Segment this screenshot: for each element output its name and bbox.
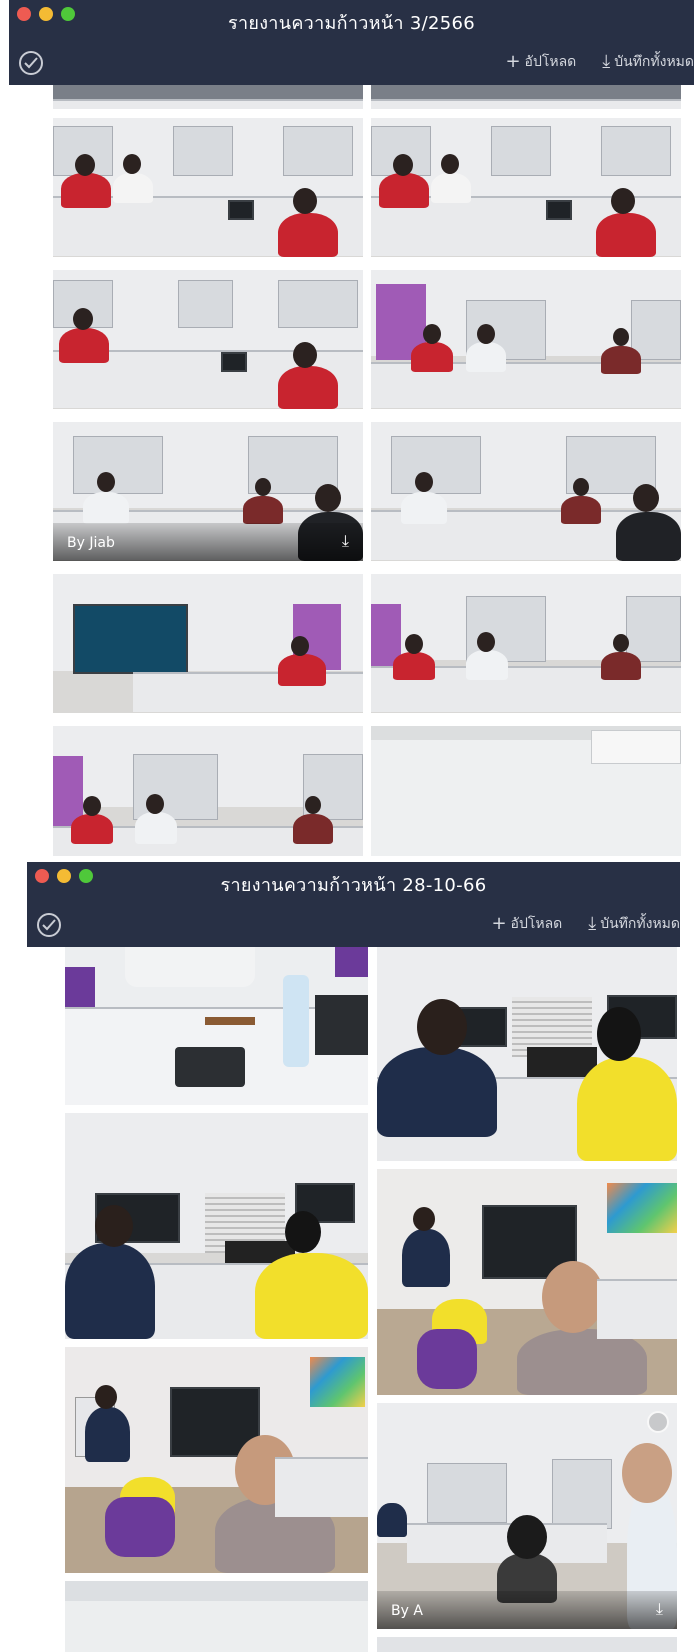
- save-all-button[interactable]: ⤓ บันทึกทั้งหมด: [588, 913, 680, 935]
- photo-author: By Jiab: [67, 535, 115, 551]
- photo-thumbnail[interactable]: [377, 1169, 677, 1395]
- photo-thumbnail[interactable]: By Jiab ⤓: [53, 422, 363, 561]
- photo-thumbnail[interactable]: [53, 85, 363, 109]
- photo-thumbnail[interactable]: [65, 1581, 368, 1652]
- album-titlebar: รายงานความก้าวหน้า 3/2566 + อัปโหลด ⤓ บั…: [9, 0, 694, 85]
- photo-thumbnail[interactable]: By A ⤓: [377, 1403, 677, 1629]
- select-all-check-icon[interactable]: [19, 51, 43, 75]
- photo-thumbnail[interactable]: [53, 574, 363, 713]
- photo-thumbnail[interactable]: [371, 726, 681, 856]
- photo-thumbnail[interactable]: [65, 947, 368, 1105]
- photo-author: By A: [391, 1603, 423, 1619]
- photo-thumbnail[interactable]: [53, 726, 363, 856]
- save-all-button[interactable]: ⤓ บันทึกทั้งหมด: [602, 51, 694, 73]
- plus-icon: +: [505, 51, 521, 72]
- photo-thumbnail[interactable]: [377, 947, 677, 1161]
- save-all-label: บันทึกทั้งหมด: [600, 916, 680, 932]
- album-title: รายงานความก้าวหน้า 3/2566: [228, 13, 475, 34]
- album-titlebar: รายงานความก้าวหน้า 28-10-66 + อัปโหลด ⤓ …: [27, 862, 680, 947]
- upload-label: อัปโหลด: [510, 916, 563, 932]
- save-all-label: บันทึกทั้งหมด: [614, 54, 694, 70]
- photo-overlay: By A ⤓: [377, 1591, 677, 1629]
- photo-thumbnail[interactable]: [371, 574, 681, 713]
- photo-thumbnail[interactable]: [377, 1637, 677, 1652]
- upload-label: อัปโหลด: [524, 54, 577, 70]
- album-actions: + อัปโหลด ⤓ บันทึกทั้งหมด: [505, 51, 694, 73]
- plus-icon: +: [491, 913, 507, 934]
- photo-thumbnail[interactable]: [371, 118, 681, 257]
- download-icon: ⤓: [602, 51, 611, 72]
- download-icon[interactable]: ⤓: [342, 531, 349, 551]
- photo-thumbnail[interactable]: [65, 1113, 368, 1339]
- photo-thumbnail[interactable]: [65, 1347, 368, 1573]
- download-icon: ⤓: [588, 913, 597, 934]
- photo-thumbnail[interactable]: [371, 85, 681, 109]
- upload-button[interactable]: + อัปโหลด: [491, 913, 562, 935]
- upload-button[interactable]: + อัปโหลด: [505, 51, 576, 73]
- select-all-check-icon[interactable]: [37, 913, 61, 937]
- photo-thumbnail[interactable]: [53, 118, 363, 257]
- select-photo-check-icon[interactable]: [647, 1411, 669, 1433]
- photo-thumbnail[interactable]: [53, 270, 363, 409]
- photo-thumbnail[interactable]: [371, 270, 681, 409]
- download-icon[interactable]: ⤓: [656, 1599, 663, 1619]
- photo-thumbnail[interactable]: [371, 422, 681, 561]
- album-actions: + อัปโหลด ⤓ บันทึกทั้งหมด: [491, 913, 680, 935]
- photo-overlay: By Jiab ⤓: [53, 523, 363, 561]
- album-title: รายงานความก้าวหน้า 28-10-66: [220, 875, 487, 896]
